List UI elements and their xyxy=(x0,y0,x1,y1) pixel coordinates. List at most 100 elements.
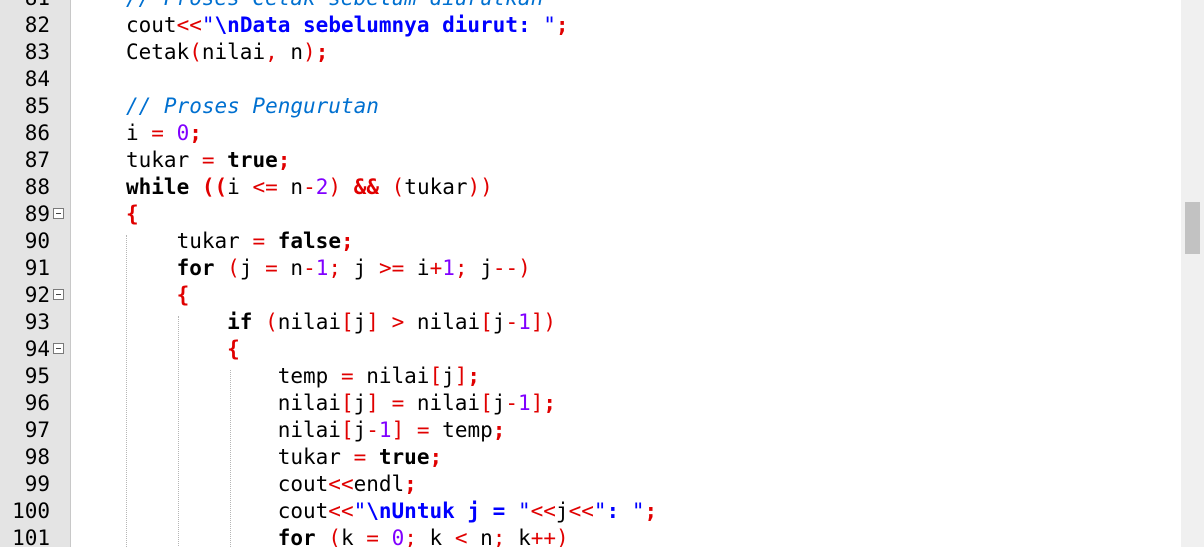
code-line[interactable]: 98 tukar = true; xyxy=(0,444,1181,471)
code-line[interactable]: 86 i = 0; xyxy=(0,120,1181,147)
code-token: { xyxy=(176,283,190,307)
code-line-text: tukar = true; xyxy=(126,444,442,471)
line-number: 89 xyxy=(24,202,50,226)
code-line[interactable]: 84 xyxy=(0,66,1181,93)
code-token: tukar xyxy=(126,148,202,172)
code-token: j xyxy=(239,256,266,280)
code-token: : xyxy=(606,499,632,523)
code-token: \nData sebelumnya diurut: xyxy=(214,13,544,37)
code-line[interactable]: 96 nilai[j] = nilai[j-1]; xyxy=(0,390,1181,417)
code-token: j xyxy=(555,499,569,523)
code-line[interactable]: 81 // Proses Cetak sebelum diurutkan xyxy=(0,0,1181,12)
code-line[interactable]: 87 tukar = true; xyxy=(0,147,1181,174)
code-token: cout xyxy=(126,13,177,37)
code-token: << xyxy=(328,499,354,523)
code-token: // Proses Pengurutan xyxy=(126,94,379,118)
code-token: - xyxy=(303,256,316,280)
code-line-text: Cetak(nilai, n); xyxy=(126,39,328,66)
line-number: 93 xyxy=(24,310,50,334)
code-line-text: nilai[j-1] = temp; xyxy=(126,417,506,444)
code-token: k xyxy=(505,526,531,547)
fold-collapse-icon[interactable] xyxy=(53,343,64,354)
code-token: ( xyxy=(227,256,240,280)
code-token: [ xyxy=(340,391,354,415)
code-token: temp xyxy=(126,364,341,388)
code-token: + xyxy=(429,256,443,280)
line-number: 100 xyxy=(12,499,50,523)
code-line-text: // Proses Pengurutan xyxy=(126,93,379,120)
code-token: tukar xyxy=(126,229,253,253)
code-token: nilai xyxy=(277,310,341,334)
code-token: for xyxy=(176,256,215,280)
line-number: 95 xyxy=(24,364,50,388)
code-line[interactable]: 92 { xyxy=(0,282,1181,309)
code-token: temp xyxy=(429,418,493,442)
code-token: ; xyxy=(454,256,468,280)
code-line[interactable]: 101 for (k = 0; k < n; k++) xyxy=(0,525,1181,547)
code-token: nilai xyxy=(126,418,341,442)
code-token: - xyxy=(303,175,316,199)
code-line[interactable]: 95 temp = nilai[j]; xyxy=(0,363,1181,390)
code-token: <= xyxy=(252,175,278,199)
code-token: nilai xyxy=(404,310,481,334)
code-token: ; xyxy=(543,391,557,415)
code-token: i xyxy=(404,256,430,280)
scrollbar-thumb[interactable] xyxy=(1185,202,1200,254)
code-token: << xyxy=(568,499,594,523)
code-token: >= xyxy=(378,256,405,280)
code-line[interactable]: 99 cout<<endl; xyxy=(0,471,1181,498)
code-token: = xyxy=(151,121,164,145)
line-number: 92 xyxy=(24,283,50,307)
code-line[interactable]: 93 if (nilai[j] > nilai[j-1]) xyxy=(0,309,1181,336)
code-token: ) xyxy=(328,175,342,199)
code-token: - xyxy=(505,310,519,334)
code-line[interactable]: 85 // Proses Pengurutan xyxy=(0,93,1181,120)
line-number: 99 xyxy=(24,472,50,496)
fold-collapse-icon[interactable] xyxy=(53,208,64,219)
line-number: 87 xyxy=(24,148,50,172)
vertical-scrollbar[interactable] xyxy=(1181,0,1204,547)
code-token: ] xyxy=(530,391,544,415)
code-token: 1 xyxy=(442,256,455,280)
fold-collapse-icon[interactable] xyxy=(53,289,64,300)
code-token: < xyxy=(454,526,468,547)
code-token: ; xyxy=(404,472,417,496)
code-line[interactable]: 88 while ((i <= n-2) && (tukar)) xyxy=(0,174,1181,201)
code-line[interactable]: 91 for (j = n-1; j >= i+1; j--) xyxy=(0,255,1181,282)
code-token: n xyxy=(277,256,304,280)
code-line-text: for (k = 0; k < n; k++) xyxy=(126,525,569,547)
code-line[interactable]: 89 { xyxy=(0,201,1181,228)
code-token: [ xyxy=(480,391,493,415)
code-token: && xyxy=(353,175,379,199)
code-editor[interactable]: 81 // Proses Cetak sebelum diurutkan 82 cou… xyxy=(0,0,1204,547)
code-token: false xyxy=(277,229,341,253)
code-token: j xyxy=(442,364,455,388)
code-line[interactable]: 94 { xyxy=(0,336,1181,363)
code-token: cout xyxy=(126,499,329,523)
code-line-text: cout<<"\nData sebelumnya diurut: "; xyxy=(126,12,569,39)
code-token: 0 xyxy=(176,121,190,145)
code-token: ; xyxy=(644,499,658,523)
line-number: 88 xyxy=(24,175,50,199)
code-line[interactable]: 97 nilai[j-1] = temp; xyxy=(0,417,1181,444)
code-line[interactable]: 90 tukar = false; xyxy=(0,228,1181,255)
code-token: = xyxy=(353,445,367,469)
code-line-text: for (j = n-1; j >= i+1; j--) xyxy=(126,255,531,282)
code-token: ] xyxy=(366,310,379,334)
code-token: for xyxy=(277,526,316,547)
code-token: ; xyxy=(315,40,329,64)
code-line[interactable]: 100 cout<<"\nUntuk j = "<<j<<": "; xyxy=(0,498,1181,525)
code-line[interactable]: 82 cout<<"\nData sebelumnya diurut: "; xyxy=(0,12,1181,39)
code-token: j xyxy=(467,256,493,280)
code-token: ) xyxy=(303,40,316,64)
code-token: nilai xyxy=(126,391,341,415)
code-line[interactable]: 83 Cetak(nilai, n); xyxy=(0,39,1181,66)
code-token: << xyxy=(176,13,202,37)
